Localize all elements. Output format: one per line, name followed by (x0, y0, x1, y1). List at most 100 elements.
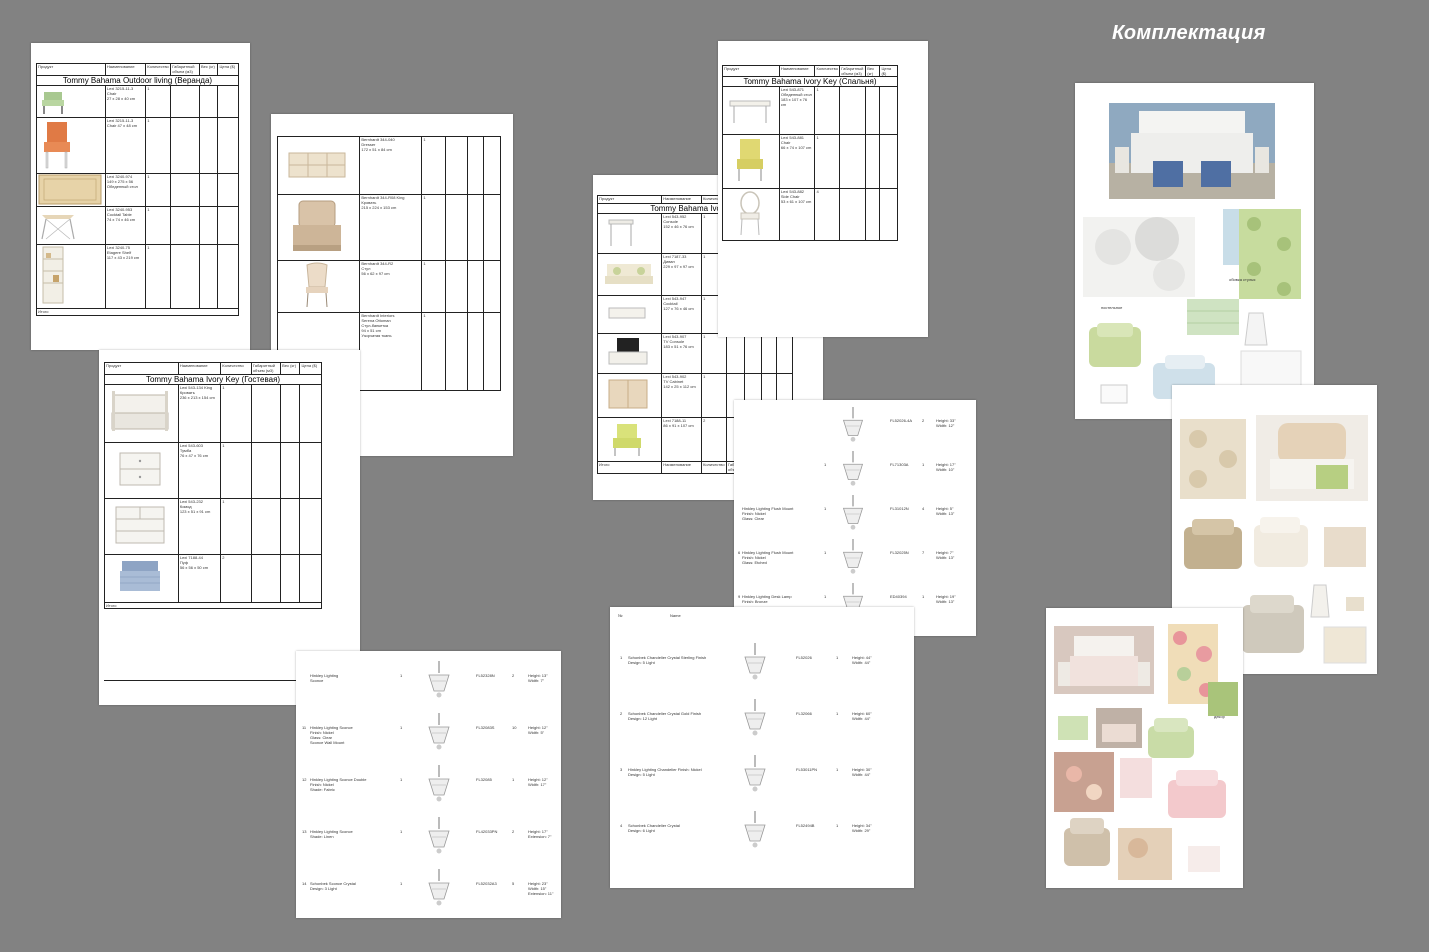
light-cnt: 1 (836, 711, 839, 716)
section-title: Tommy Bahama Outdoor living (Веранда) (36, 75, 239, 86)
pink-sheet-photo (1120, 758, 1152, 798)
grey-bedding-photo (1242, 595, 1304, 653)
light-row: 11 Hinkley Lighting Sconce Finish: Nickel… (296, 707, 561, 759)
light-num: 4 (620, 823, 623, 828)
light-desc: Hinkley Lighting Desk Lamp Finish: Bronz… (742, 594, 792, 604)
lamp-icon (744, 755, 766, 792)
light-cnt: 1 (836, 823, 839, 828)
light-num: 14 (302, 881, 307, 886)
light-cnt: 7 (922, 550, 925, 555)
white-bed-icon (111, 391, 169, 431)
light-desc: Hinkley Lighting Sconce Double Finish: N… (310, 777, 367, 792)
lamp-icon (842, 407, 864, 442)
lamp-icon (842, 495, 864, 530)
light-dims: Height: 13" Width: 7" (528, 673, 548, 683)
table-row: Lexi 543-134 King Кровать 236 x 213 x 15… (104, 384, 322, 443)
lamp-icon (428, 869, 450, 906)
light-dims: Height: 30" Width: 44" (852, 767, 872, 777)
ottoman-icon (120, 561, 160, 591)
light-row: 4 Schonbek Chandelier Crystal Design: 6 L… (610, 803, 914, 859)
dining-table-icon (729, 100, 771, 123)
light-row: 6 Hinkley Lighting Flush Mount Finish: Ni… (734, 536, 976, 580)
section-title: Tommy Bahama Ivory Key (Гостевая) (104, 374, 322, 385)
light-dims: Height: 33" Width: 12" (936, 418, 956, 428)
light-cnt: 2 (512, 673, 515, 678)
light-cnt: 1 (512, 777, 515, 782)
light-code: FL71303A (890, 462, 909, 467)
light-row: Hinkley Lighting Sconce 1 FL52328N 2 Height:… (296, 655, 561, 707)
light-cnt: 5 (512, 881, 515, 886)
light-qty: 1 (824, 594, 827, 599)
light-dims: Height: 60" Width: 44" (852, 711, 872, 721)
col-product: Продукт (36, 63, 106, 76)
divider (104, 680, 322, 681)
table-row: Bernhardt 344-R2 Стул 56 x 62 x 97 cm 1 (276, 260, 501, 313)
light-qty: 1 (824, 462, 827, 467)
table-row: Lexi 543-871 Обеденный стол 183 x 107 x … (722, 86, 898, 135)
table-row: Lexi 543-232 Комод 123 x 51 x 91 cm 1 (104, 498, 322, 555)
orange-chair-icon (44, 122, 70, 169)
table-footer: Итого (36, 308, 239, 316)
lamp-icon (842, 539, 864, 574)
green-sheet-photo (1058, 716, 1088, 740)
coffee-table-icon (608, 307, 646, 319)
light-code: FL32085 (476, 777, 492, 782)
table-row: Lexi 3215-11-3 Chair 47 x 48 cm 1 (36, 117, 239, 174)
light-code: FL31012N (890, 506, 909, 511)
light-qty: 1 (400, 777, 403, 782)
light-desc: Hinkley Lighting Sconce Shade: Linen (310, 829, 353, 839)
guest-bedroom-photo (1054, 626, 1154, 694)
light-qty: 1 (400, 673, 403, 678)
light-dims: Height: 44" Width: 44" (852, 655, 872, 665)
light-cnt: 1 (836, 767, 839, 772)
table-row: Lexi 7188-44 Пуф 56 x 56 x 50 cm 2 (104, 554, 322, 603)
bedroom-interior-photo (1096, 708, 1142, 748)
robe-photo (1310, 584, 1330, 618)
light-num: 3 (620, 767, 623, 772)
cream-bedding-photo (1254, 517, 1308, 567)
light-desc: Schonbek Chandelier Crystal Design: 6 Li… (628, 823, 680, 833)
light-dims: Height: 12" Width: 17" (528, 777, 548, 787)
light-code: FL32025N (890, 550, 909, 555)
light-cnt: 2 (512, 829, 515, 834)
light-desc: Schonbek Sconce Crystal Design: 3 Light (310, 881, 356, 891)
tufted-bed-photo (1256, 415, 1368, 501)
light-code: FL32083S (476, 725, 495, 730)
product-desc: Lexi 3215-11-3 Chair 27 x 28 x 40 cm (104, 85, 147, 118)
lamp-icon (744, 811, 766, 848)
light-dims: Height: 12" Width: 5" (528, 725, 548, 735)
beige-bedding-photo (1184, 519, 1242, 569)
lamp-icon (744, 699, 766, 736)
floral-detail-photo (1118, 828, 1172, 880)
side-chair-icon (740, 191, 760, 236)
light-qty: 1 (400, 725, 403, 730)
etagere-icon (42, 246, 64, 304)
sheet-chandeliers: № Name 1 Schonbek Chandelier Crystal Ster… (610, 607, 914, 888)
beige-bedding-photo (1064, 818, 1110, 866)
table-footer: Итого (104, 602, 322, 609)
light-code: FL53011PN (796, 767, 818, 772)
light-dims: Height: 7" Width: 13" (936, 550, 955, 560)
light-row: 1 Schonbek Chandelier Crystal Sterling Fi… (610, 635, 914, 691)
col-volume: Габаритный объем (м3) (170, 63, 200, 76)
light-cnt: 4 (922, 506, 925, 511)
light-cnt: 1 (922, 594, 925, 599)
light-dims: Height: 5" Width: 13" (936, 506, 955, 516)
light-code: FL52026 (796, 655, 812, 660)
section-title: Tommy Bahama Ivory Key (Спальня) (722, 76, 898, 87)
light-row: 2 Schonbek Chandelier Crystal Gold Finish… (610, 691, 914, 747)
light-code: FL32066 (796, 711, 812, 716)
light-num: 6 (738, 550, 741, 555)
pink-pillow-photo (1188, 846, 1220, 872)
dining-table-icon (38, 174, 102, 205)
light-code: ED40394 (890, 594, 907, 599)
light-dims: Height: 17" Width: 10" (936, 462, 956, 472)
table-row: Lexi 543-881 Chair 66 x 74 x 107 cm 1 (722, 134, 898, 189)
armchair-icon (42, 92, 64, 114)
yellow-chair-icon (737, 139, 763, 181)
light-dims: Height: 19" Width: 13" (936, 594, 956, 604)
light-dims: Height: 17" Extension: 7" (528, 829, 552, 839)
chair-icon (306, 262, 328, 308)
table-row: Lexi 3240-75 Etagere Shelf 117 x 43 x 21… (36, 244, 239, 309)
lamp-icon (842, 451, 864, 486)
